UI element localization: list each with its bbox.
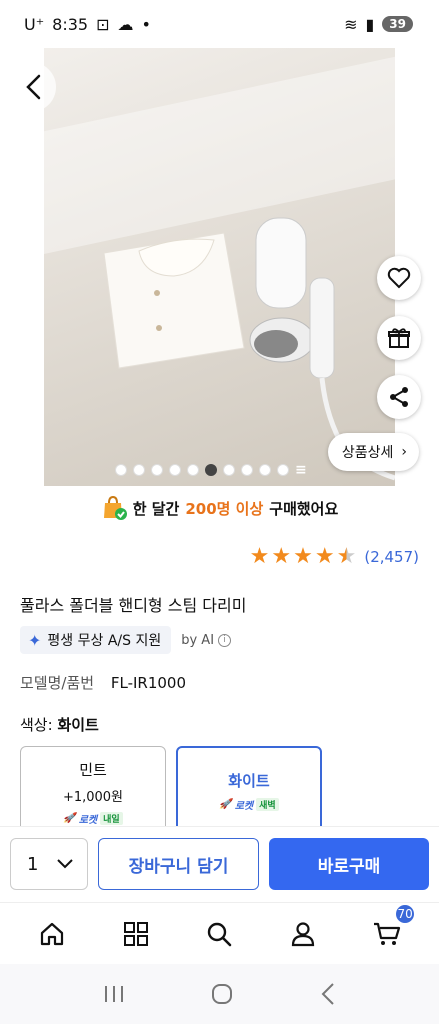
rating-summary[interactable]: ★ ★ ★ ★ ★ (2,457) [250,546,419,568]
option-mint[interactable]: 민트 +1,000원 🚀 로켓 내일 [20,746,166,836]
buy-now-button[interactable]: 바로구매 [269,838,429,890]
screenshot-icon: ⊡ [96,14,110,34]
ai-badge-text: 평생 무상 A/S 지원 [47,633,162,649]
profile-icon [292,921,315,946]
by-ai-label[interactable]: by AI i [181,632,232,648]
gift-icon [388,328,410,348]
nav-category[interactable] [106,909,166,959]
star-icon: ★ [271,544,292,569]
option-price: +1,000원 [62,790,124,805]
option-name: 화이트 [228,772,270,790]
category-icon [123,921,148,946]
rocket-delivery-tag: 🚀 로켓 내일 [63,811,123,826]
chevron-down-icon [57,859,73,869]
shopping-bag-check-icon [103,495,127,520]
by-ai-text: by AI [181,632,215,648]
cart-count-badge: 70 [394,902,417,925]
banner-suffix: 구매했어요 [269,499,339,518]
battery-indicator: 39 [382,16,413,32]
pagination-dot[interactable] [205,464,217,476]
bottom-navigation: 70 [0,902,439,964]
nav-home[interactable] [22,909,82,959]
pagination-dot[interactable] [133,464,145,476]
model-value: FL-IR1000 [110,674,186,692]
wifi-icon: ≋ [344,14,358,34]
option-white[interactable]: 화이트 🚀 로켓 새벽 [176,746,322,836]
more-dot-icon: • [141,14,151,34]
product-image[interactable] [44,48,395,486]
status-bar: U⁺ 8:35 ⊡ ☁ • ≋ ▮ 39 [0,0,439,48]
rocket-delivery-tag: 🚀 로켓 새벽 [219,797,279,812]
nav-profile[interactable] [273,909,333,959]
nav-cart[interactable]: 70 [357,902,417,959]
wishlist-button[interactable] [377,256,421,300]
pagination-dot[interactable] [223,464,235,476]
notification-icon: ☁ [117,14,134,34]
cart-icon [374,922,401,945]
chevron-right-icon: › [401,444,407,460]
chevron-left-icon [26,74,41,100]
home-button-icon[interactable] [210,982,234,1006]
rocket-icon: 🚀 [219,799,232,810]
pagination-dot[interactable] [169,464,181,476]
system-navigation [0,964,439,1024]
color-label-value: 화이트 [57,716,99,734]
search-icon [208,922,232,946]
more-images-icon[interactable]: ≡ [295,462,307,478]
color-option-label: 색상: 화이트 [20,714,99,735]
model-key: 모델명/품번 [20,674,95,692]
ai-feature-badge[interactable]: ✦ 평생 무상 A/S 지원 [20,626,172,654]
info-icon: i [218,633,232,647]
nav-search[interactable] [189,909,249,959]
image-pagination[interactable]: ≡ [115,462,307,478]
pagination-dot[interactable] [187,464,199,476]
product-title: 풀라스 폴더블 핸디형 스팀 다리미 [20,596,247,615]
review-count[interactable]: (2,457) [364,548,419,566]
model-number-row: 모델명/품번 FL-IR1000 [20,672,186,693]
quantity-select[interactable]: 1 [10,838,88,890]
pagination-dot[interactable] [259,464,271,476]
rocket-icon: 🚀 [63,813,76,824]
pagination-dot[interactable] [241,464,253,476]
share-button[interactable] [377,375,421,419]
ai-summary-row: ✦ 평생 무상 A/S 지원 by AI i [20,626,232,654]
star-icon: ★ [314,544,335,569]
quantity-value: 1 [27,853,39,875]
rocket-label: 로켓 [234,801,254,812]
heart-icon [387,267,411,289]
recent-apps-icon[interactable] [103,984,125,1004]
gift-button[interactable] [377,316,421,360]
carrier-label: U⁺ [24,14,45,34]
sparkle-icon: ✦ [28,630,42,650]
clock: 8:35 [52,14,89,34]
product-detail-label: 상품상세 [341,445,394,461]
home-icon [40,922,63,945]
signal-icon: ▮ [365,14,375,34]
option-name: 민트 [79,761,107,779]
delivery-label: 새벽 [256,798,279,811]
color-label-key: 색상: [20,716,53,734]
share-icon [390,387,408,407]
banner-highlight: 200명 이상 [185,499,264,518]
banner-prefix: 한 달간 [132,499,180,518]
product-detail-button[interactable]: 상품상세 › [327,433,419,471]
pagination-dot[interactable] [151,464,163,476]
rocket-label: 로켓 [78,815,98,826]
pagination-dot[interactable] [277,464,289,476]
half-star-icon: ★ [336,544,357,569]
add-to-cart-button[interactable]: 장바구니 담기 [98,838,259,890]
delivery-label: 내일 [100,812,123,825]
purchase-count-banner: 한 달간 200명 이상 구매했어요 [0,492,439,524]
purchase-bar: 1 장바구니 담기 바로구매 [0,826,439,902]
star-icon: ★ [249,544,270,569]
star-icon: ★ [293,544,313,569]
pagination-dot[interactable] [115,464,127,476]
back-nav-icon[interactable] [320,982,336,1006]
